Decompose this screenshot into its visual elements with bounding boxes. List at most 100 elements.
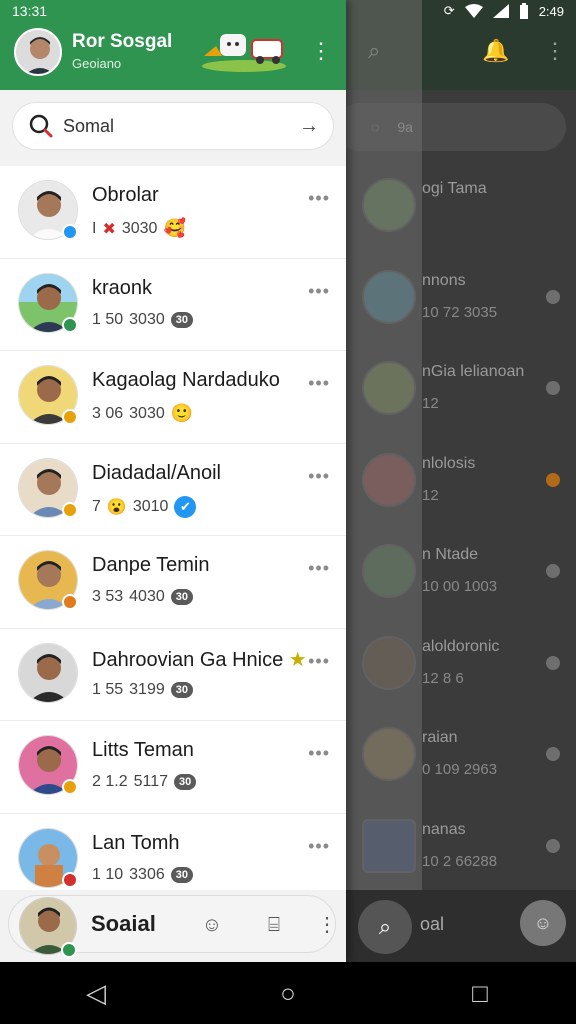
verified-icon: ✔ <box>174 495 197 518</box>
status-badge <box>62 779 78 795</box>
heart-icon: ✖ <box>102 220 116 238</box>
status-badge <box>62 594 78 610</box>
list-item[interactable]: Danpe Temin 3 53 4030 30 ••• <box>0 536 346 629</box>
search-icon <box>29 114 53 138</box>
unread-dot <box>546 472 560 487</box>
more-horiz-icon[interactable]: ••• <box>308 281 330 302</box>
more-horiz-icon[interactable]: ••• <box>308 558 330 579</box>
arrow-right-icon[interactable]: → <box>299 115 319 138</box>
chat-meta: I <box>92 219 97 237</box>
list-item[interactable]: Obrolar I ✖ 3030 🥰 ••• <box>0 166 346 259</box>
chat-name: Kagaolag Nardaduko <box>92 369 280 391</box>
status-time-right: 2:49 <box>538 3 564 19</box>
navigation-drawer: Ror Sosgal Geoiano ⋮ → Obrolar I <box>0 0 346 962</box>
recents-square-icon[interactable]: □ <box>450 978 510 1009</box>
chat-name: Dahroovian Ga Hnice ★ <box>92 648 307 671</box>
unread-dot <box>546 747 560 761</box>
search-input[interactable] <box>63 115 299 137</box>
chat-count: 4030 <box>129 588 165 605</box>
count-tag: 30 <box>170 681 193 698</box>
chat-count: 3306 <box>129 865 165 883</box>
emoji-icon: 😮 <box>106 498 127 516</box>
chat-name: Lan Tomh <box>92 831 180 854</box>
count-tag: 30 <box>170 866 193 883</box>
chat-meta: 1 10 <box>92 865 124 883</box>
more-horiz-icon[interactable]: ••• <box>308 651 330 672</box>
back-triangle-icon[interactable]: ◁ <box>66 978 126 1009</box>
search-bar[interactable]: → <box>12 102 334 150</box>
header-illustration <box>202 34 286 72</box>
more-horiz-icon[interactable]: ••• <box>308 743 330 764</box>
battery-icon <box>519 3 528 19</box>
chat-name: Obrolar <box>92 184 159 206</box>
chat-count: 3199 <box>129 680 165 698</box>
chat-name: kraonk <box>92 276 153 299</box>
status-badge <box>62 224 78 240</box>
count-tag: 30 <box>170 311 193 328</box>
bottom-bar: Soaial ☺ ⌸ ⋮ <box>8 895 337 958</box>
list-item[interactable]: Diadadal/Anoil 7 😮 3010 ✔ ••• <box>0 444 346 536</box>
drawer-title: Ror Sosgal <box>72 31 173 52</box>
avatar <box>18 642 78 703</box>
signal-icon <box>492 4 509 18</box>
chat-count: 5117 <box>133 773 168 790</box>
list-item[interactable]: Litts Teman 2 1.2 5117 30 ••• <box>0 721 346 814</box>
background-bottom-bar: ⌕ oal ☺ <box>346 890 576 962</box>
status-badge <box>62 316 78 333</box>
status-bar: 13:31 ⟳ 2:49 <box>0 0 576 22</box>
unread-dot <box>546 655 560 670</box>
status-badge <box>62 871 78 888</box>
chat-name: Diadadal/Anoil <box>92 461 221 484</box>
compose-button[interactable]: ☺ <box>520 900 566 946</box>
status-badge <box>61 942 77 958</box>
more-vert-icon[interactable]: ⋮ <box>544 38 566 64</box>
unread-dot <box>546 838 560 853</box>
background-app: ⌕ 🔔 ⋮ ◌ 9a ogi Tama nnons 10 72 3035 nGi… <box>346 0 576 962</box>
list-item[interactable]: Lan Tomh 1 10 3306 30 ••• <box>0 814 346 891</box>
more-horiz-icon[interactable]: ••• <box>308 466 330 487</box>
search-fab[interactable]: ⌕ <box>358 900 412 954</box>
status-time-left: 13:31 <box>12 3 48 19</box>
bottom-label: Soaial <box>91 911 156 936</box>
more-vert-icon[interactable]: ⋮ <box>310 40 332 62</box>
count-tag: 30 <box>170 589 193 605</box>
smile-icon[interactable]: ☺ <box>197 910 227 940</box>
chat-meta: 3 06 <box>92 404 124 422</box>
list-item[interactable]: Kagaolag Nardaduko 3 06 3030 🙂 ••• <box>0 351 346 444</box>
chat-bubble-icon[interactable]: ⌸ <box>259 910 289 940</box>
chat-count: 3010 <box>132 497 169 515</box>
bell-icon[interactable]: 🔔 <box>482 38 509 64</box>
system-nav-bar: ◁ ○ □ <box>0 962 576 1024</box>
chat-meta: 1 55 <box>92 680 124 698</box>
unread-dot <box>546 564 560 578</box>
chat-meta: 3 53 <box>92 588 124 605</box>
emoji-icon: 🙂 <box>170 403 194 423</box>
unread-dot <box>546 381 560 395</box>
star-icon: ★ <box>288 648 307 671</box>
drawer-subtitle: Geoiano <box>72 56 122 71</box>
more-horiz-icon[interactable]: ••• <box>308 836 330 857</box>
sync-icon: ⟳ <box>443 3 455 18</box>
wifi-icon <box>464 4 483 18</box>
profile-avatar[interactable] <box>14 28 62 76</box>
chat-meta: 7 <box>92 497 101 515</box>
unread-dot <box>546 289 560 304</box>
emoji-icon: 🥰 <box>163 218 186 238</box>
more-horiz-icon[interactable]: ••• <box>308 188 330 209</box>
chat-count: 3030 <box>129 404 165 422</box>
list-item[interactable]: Dahroovian Ga Hnice ★ 1 55 3199 30 ••• <box>0 629 346 721</box>
chat-name: Litts Teman <box>92 739 194 761</box>
more-horiz-icon[interactable]: ••• <box>308 373 330 394</box>
chat-name: Danpe Temin <box>92 554 210 576</box>
chat-meta: 2 1.2 <box>92 773 128 790</box>
smile-icon: ☺ <box>533 912 553 933</box>
home-circle-icon[interactable]: ○ <box>258 978 318 1009</box>
chat-meta: 1 50 <box>92 310 124 328</box>
more-vert-icon[interactable]: ⋮ <box>317 912 337 937</box>
search-icon: ⌕ <box>378 914 392 939</box>
list-item[interactable]: kraonk 1 50 3030 30 ••• <box>0 259 346 351</box>
count-tag: 30 <box>174 774 197 790</box>
chat-count: 3030 <box>129 310 165 328</box>
chat-list: Obrolar I ✖ 3030 🥰 ••• kraonk 1 50 3030 … <box>0 166 346 890</box>
chat-count: 3030 <box>121 219 158 237</box>
